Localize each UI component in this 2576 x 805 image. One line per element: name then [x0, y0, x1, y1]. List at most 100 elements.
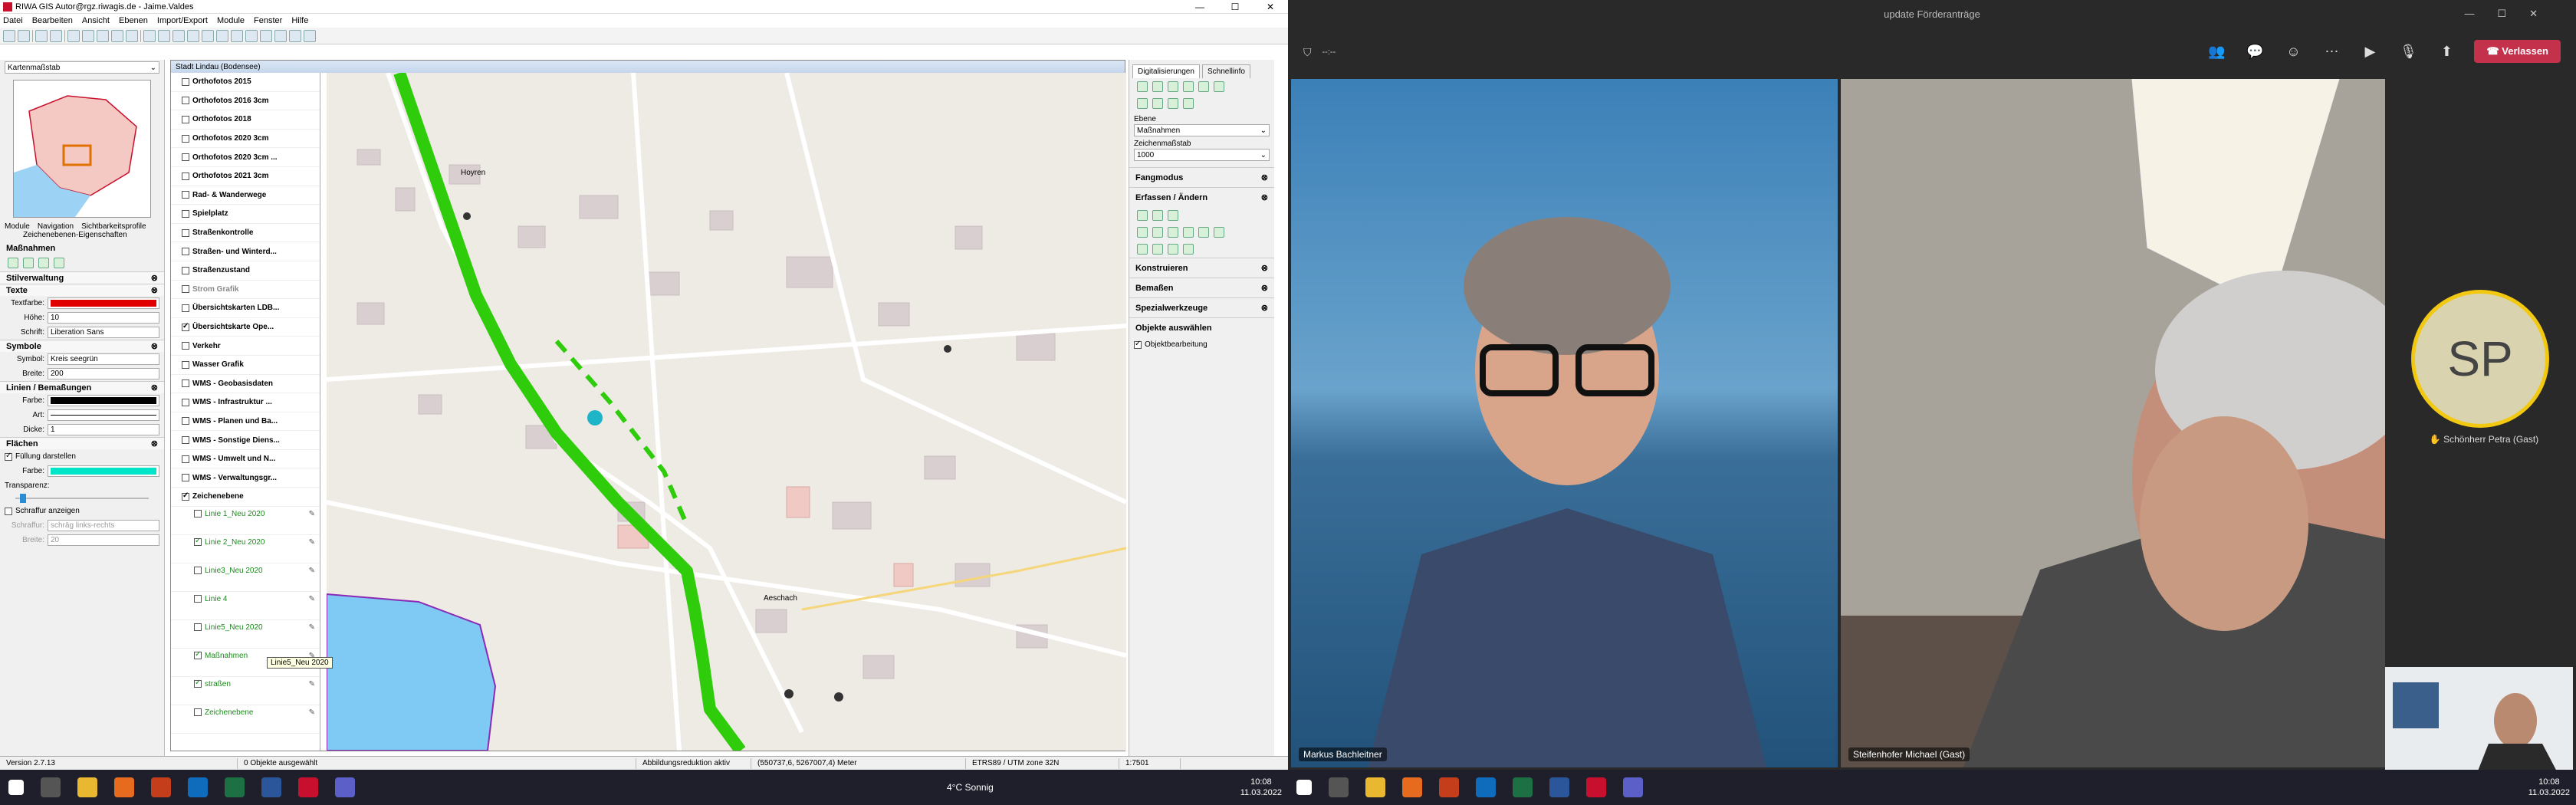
menu-datei[interactable]: Datei: [3, 16, 23, 25]
map-marker[interactable]: [834, 692, 843, 702]
layer-select-icon[interactable]: [1168, 81, 1178, 92]
sublayer-row[interactable]: Linie 1_Neu 2020 ✎: [171, 507, 320, 535]
layer-row[interactable]: WMS - Geobasisdaten: [171, 375, 320, 394]
map-marker[interactable]: [463, 212, 471, 220]
sublayer-checkbox[interactable]: [194, 509, 202, 518]
texte-header[interactable]: Texte ⊗: [0, 284, 164, 296]
layer-checkbox[interactable]: [182, 115, 189, 123]
layer-row[interactable]: Übersichtskarte Ope...: [171, 318, 320, 337]
forward-icon[interactable]: [126, 29, 138, 42]
zoom-extent-icon[interactable]: [97, 29, 109, 42]
schrift-select[interactable]: Liberation Sans: [48, 327, 159, 338]
layer-row[interactable]: Zeichenebene: [171, 488, 320, 507]
tab-module[interactable]: Module: [5, 222, 30, 231]
redo-icon[interactable]: [1183, 98, 1194, 109]
task-view-icon[interactable]: [41, 777, 61, 797]
leave-button[interactable]: ☎ Verlassen: [2474, 40, 2561, 63]
zoom-in-icon[interactable]: [67, 29, 80, 42]
layer-checkbox[interactable]: [182, 304, 189, 312]
layer-row[interactable]: WMS - Umwelt und N...: [171, 450, 320, 469]
teams-window-controls[interactable]: —☐✕: [2464, 8, 2561, 20]
reactions-icon[interactable]: ☺: [2282, 41, 2304, 62]
layer-checkbox[interactable]: [182, 209, 189, 218]
layer-row[interactable]: Strom Grafik: [171, 281, 320, 300]
tab-digitalisierungen[interactable]: Digitalisierungen: [1132, 64, 1200, 78]
powerpoint-icon[interactable]: [1439, 777, 1459, 797]
edit-pencil-icon[interactable]: ✎: [309, 680, 315, 688]
layer-checkbox[interactable]: [182, 77, 189, 86]
tab-navigation[interactable]: Navigation: [38, 222, 74, 231]
move-icon[interactable]: [1137, 244, 1148, 255]
layer-row[interactable]: Verkehr: [171, 337, 320, 356]
polygon-icon[interactable]: [1168, 227, 1178, 238]
map-marker[interactable]: [784, 689, 794, 698]
word-icon[interactable]: [1549, 777, 1569, 797]
info-icon[interactable]: [274, 29, 287, 42]
menu-ansicht[interactable]: Ansicht: [82, 16, 110, 25]
layer-row[interactable]: Orthofotos 2020 3cm ...: [171, 148, 320, 167]
layer-checkbox[interactable]: [182, 172, 189, 180]
sublayer-row[interactable]: Linie5_Neu 2020 ✎: [171, 620, 320, 649]
file-explorer-icon[interactable]: [77, 777, 97, 797]
sublayer-checkbox[interactable]: [194, 566, 202, 574]
fuellung-checkbox[interactable]: [5, 452, 12, 461]
riwa-gis-icon[interactable]: [1586, 777, 1606, 797]
sublayer-row[interactable]: Linie 4 ✎: [171, 592, 320, 620]
layer-checkbox[interactable]: [182, 248, 189, 256]
sublayer-row[interactable]: Zeichenebene ✎: [171, 705, 320, 734]
map-marker[interactable]: [944, 345, 951, 353]
layer-checkbox[interactable]: [182, 380, 189, 388]
layer-checkbox[interactable]: [182, 153, 189, 162]
copy-icon[interactable]: [8, 258, 18, 268]
hoehe-input[interactable]: 10: [48, 312, 159, 324]
layer-checkbox[interactable]: [182, 97, 189, 105]
symbole-header[interactable]: Symbole ⊗: [0, 340, 164, 352]
layer-checkbox[interactable]: [182, 285, 189, 294]
select-area-icon[interactable]: [50, 29, 62, 42]
layer-row[interactable]: Orthofotos 2020 3cm: [171, 130, 320, 149]
layer-checkbox[interactable]: [182, 342, 189, 350]
layer-checkbox[interactable]: [182, 322, 189, 331]
clear-icon[interactable]: [54, 258, 64, 268]
text-icon[interactable]: [1152, 210, 1163, 221]
edit-pencil-icon[interactable]: ✎: [309, 538, 315, 547]
help-icon[interactable]: [304, 29, 316, 42]
file-explorer-icon[interactable]: [1365, 777, 1385, 797]
export-icon[interactable]: [1152, 98, 1163, 109]
select-icon[interactable]: [35, 29, 48, 42]
camera-icon[interactable]: ▶: [2359, 41, 2380, 62]
dicke-input[interactable]: 1: [48, 424, 159, 435]
filter-icon[interactable]: [1183, 81, 1194, 92]
layer-row[interactable]: WMS - Verwaltungsgr...: [171, 468, 320, 488]
layer-row[interactable]: Straßen- und Winterd...: [171, 242, 320, 261]
measure-icon[interactable]: [187, 29, 199, 42]
spezialwerkzeuge-header[interactable]: Spezialwerkzeuge ⊗: [1129, 297, 1274, 317]
zoom-out-icon[interactable]: [82, 29, 94, 42]
layer-row[interactable]: Wasser Grafik: [171, 356, 320, 375]
layer-checkbox[interactable]: [182, 491, 189, 501]
flaechen-header[interactable]: Flächen ⊗: [0, 437, 164, 449]
line-icon[interactable]: [1137, 227, 1148, 238]
selected-point[interactable]: [587, 410, 603, 426]
share-screen-icon[interactable]: ⬆: [2436, 41, 2457, 62]
fill-color-swatch[interactable]: [48, 465, 159, 477]
menu-import-export[interactable]: Import/Export: [157, 16, 208, 25]
breite-input[interactable]: 200: [48, 368, 159, 380]
ebene-select[interactable]: Maßnahmen ⌄: [1134, 124, 1270, 136]
schraffur-checkbox[interactable]: [5, 507, 12, 515]
linien-header[interactable]: Linien / Bemaßungen ⊗: [0, 381, 164, 393]
clock[interactable]: 10:08 11.03.2022: [2528, 777, 2570, 798]
clock[interactable]: 10:08 11.03.2022: [1240, 777, 1282, 798]
excel-icon[interactable]: [225, 777, 245, 797]
layer-checkbox[interactable]: [182, 266, 189, 274]
select-icon[interactable]: [1137, 81, 1148, 92]
edit-pencil-icon[interactable]: ✎: [309, 708, 315, 717]
menu-bearbeiten[interactable]: Bearbeiten: [32, 16, 73, 25]
overview-map[interactable]: [13, 80, 151, 218]
sublayer-checkbox[interactable]: [194, 594, 202, 603]
fangmodus-header[interactable]: Fangmodus ⊗: [1129, 167, 1274, 187]
outlook-icon[interactable]: [1476, 777, 1496, 797]
sublayer-checkbox[interactable]: [194, 650, 202, 659]
layer-row[interactable]: Übersichtskarten LDB...: [171, 299, 320, 318]
edit-pencil-icon[interactable]: ✎: [309, 623, 315, 632]
